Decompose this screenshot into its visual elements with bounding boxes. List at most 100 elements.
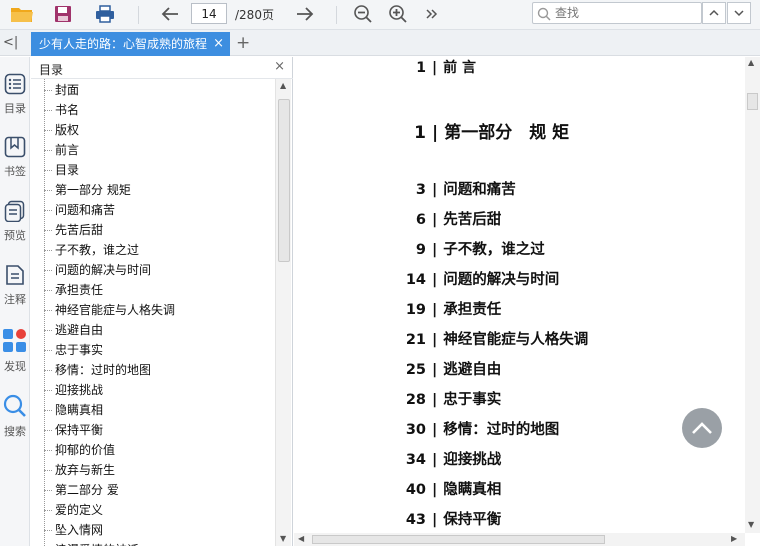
outline-scroll-thumb[interactable] bbox=[278, 99, 290, 262]
annotation-icon bbox=[6, 265, 24, 285]
toc-entry[interactable]: 43 | 保持平衡 bbox=[404, 508, 501, 529]
outline-item[interactable]: 问题的解决与时间 bbox=[44, 260, 151, 280]
search-prev-button[interactable] bbox=[702, 2, 726, 24]
forward-arrow-icon[interactable] bbox=[292, 2, 318, 26]
toc-title: 逃避自由 bbox=[443, 362, 502, 378]
toc-separator: | bbox=[432, 512, 438, 528]
toc-page-number: 43 bbox=[405, 512, 426, 528]
outline-item[interactable]: 承担责任 bbox=[44, 280, 103, 300]
document-view[interactable]: ▲ ▼ ◀ ▶ 1 | 前 言 1 | 第一部分 规 矩 3 | 问题和痛苦 6 | 先苦后甜 9 | 子不… bbox=[294, 57, 760, 546]
tab-close-icon[interactable]: × bbox=[213, 32, 224, 56]
save-icon[interactable] bbox=[50, 2, 76, 26]
toolbar-divider bbox=[138, 6, 139, 24]
rail-label: 搜索 bbox=[4, 425, 26, 438]
toc-title: 问题和痛苦 bbox=[443, 182, 516, 198]
outline-title: 目录 bbox=[39, 63, 64, 77]
outline-item[interactable]: 逃避自由 bbox=[44, 320, 103, 340]
toc-page-number: 9 bbox=[415, 242, 426, 258]
toc-entry[interactable]: 30 | 移情：过时的地图 bbox=[404, 418, 559, 439]
side-rail: 目录 书签 预览 注释 发现 搜索 bbox=[0, 57, 30, 546]
outline-scrollbar[interactable]: ▲ ▼ bbox=[275, 79, 291, 546]
add-tab-button[interactable]: + bbox=[236, 33, 250, 53]
back-to-top-button[interactable] bbox=[682, 408, 722, 448]
outline-item[interactable]: 先苦后甜 bbox=[44, 220, 103, 240]
rail-label: 注释 bbox=[4, 293, 26, 306]
search-icon bbox=[537, 6, 551, 25]
toc-entry[interactable]: 3 | 问题和痛苦 bbox=[404, 178, 516, 199]
tab-label: 少有人走的路：心智成熟的旅程 bbox=[39, 37, 208, 51]
toc-separator: | bbox=[432, 182, 438, 198]
toc-entry[interactable]: 21 | 神经官能症与人格失调 bbox=[404, 328, 588, 349]
search-next-button[interactable] bbox=[727, 2, 751, 24]
scroll-down-icon[interactable]: ▼ bbox=[280, 534, 286, 543]
toc-entry[interactable]: 28 | 忠于事实 bbox=[404, 388, 501, 409]
outline-item[interactable]: 书名 bbox=[44, 100, 79, 120]
toc-title: 承担责任 bbox=[443, 302, 502, 318]
back-arrow-icon[interactable] bbox=[157, 2, 183, 26]
rail-item-bookmarks[interactable]: 书签 bbox=[0, 136, 30, 179]
outline-item[interactable]: 浪漫爱情的神话 bbox=[44, 540, 139, 546]
outline-tree: 封面 书名 版权 前言 目录 第一部分 规矩 问题和痛苦 先苦后甜 子不教，谁之过 问题的解决与时… bbox=[31, 79, 275, 546]
zoom-in-icon[interactable] bbox=[385, 2, 411, 26]
page-number-input[interactable] bbox=[191, 3, 227, 24]
outline-close-icon[interactable]: × bbox=[274, 59, 285, 74]
search-input[interactable] bbox=[555, 5, 695, 21]
toc-entry[interactable]: 1 | 第一部分 规 矩 bbox=[404, 118, 569, 143]
toc-entry[interactable]: 19 | 承担责任 bbox=[404, 298, 501, 319]
outline-item[interactable]: 版权 bbox=[44, 120, 79, 140]
outline-item[interactable]: 坠入情网 bbox=[44, 520, 103, 540]
tab-document[interactable]: 少有人走的路：心智成熟的旅程 × bbox=[31, 32, 230, 56]
toc-entry[interactable]: 9 | 子不教，谁之过 bbox=[404, 238, 545, 259]
outline-item[interactable]: 问题和痛苦 bbox=[44, 200, 115, 220]
scroll-up-icon[interactable]: ▲ bbox=[280, 81, 286, 90]
toc-page-number: 40 bbox=[405, 482, 426, 498]
toc-entry[interactable]: 40 | 隐瞒真相 bbox=[404, 478, 501, 499]
scroll-up-icon[interactable]: ▲ bbox=[748, 58, 754, 67]
outline-item[interactable]: 神经官能症与人格失调 bbox=[44, 300, 175, 320]
rail-item-discover[interactable]: 发现 bbox=[0, 329, 30, 374]
outline-item[interactable]: 放弃与新生 bbox=[44, 460, 115, 480]
scroll-left-icon[interactable]: ◀ bbox=[298, 534, 304, 543]
open-folder-icon[interactable] bbox=[9, 2, 35, 26]
page-total-label: /280页 bbox=[235, 8, 274, 22]
outline-item[interactable]: 移情：过时的地图 bbox=[44, 360, 151, 380]
rail-item-contents[interactable]: 目录 bbox=[0, 73, 30, 116]
outline-item[interactable]: 第二部分 爱 bbox=[44, 480, 119, 500]
toc-entry[interactable]: 34 | 迎接挑战 bbox=[404, 448, 501, 469]
document-hscroll-thumb[interactable] bbox=[312, 535, 605, 544]
toc-separator: | bbox=[432, 272, 438, 288]
outline-item[interactable]: 隐瞒真相 bbox=[44, 400, 103, 420]
toc-separator: | bbox=[432, 392, 438, 408]
zoom-out-icon[interactable] bbox=[350, 2, 376, 26]
collapse-panel-button[interactable]: <| bbox=[3, 35, 18, 50]
toc-entry[interactable]: 14 | 问题的解决与时间 bbox=[404, 268, 559, 289]
chevron-down-icon bbox=[734, 10, 744, 17]
outline-item[interactable]: 忠于事实 bbox=[44, 340, 103, 360]
print-icon[interactable] bbox=[92, 2, 118, 26]
toc-title: 前 言 bbox=[443, 60, 476, 76]
outline-item[interactable]: 保持平衡 bbox=[44, 420, 103, 440]
outline-item[interactable]: 前言 bbox=[44, 140, 79, 160]
outline-item[interactable]: 目录 bbox=[44, 160, 79, 180]
toc-entry[interactable]: 25 | 逃避自由 bbox=[404, 358, 501, 379]
document-scrollbar[interactable]: ▲ ▼ bbox=[745, 57, 760, 533]
bookmark-icon bbox=[4, 136, 26, 158]
rail-item-annotations[interactable]: 注释 bbox=[0, 264, 30, 307]
toc-entry[interactable]: 1 | 前 言 bbox=[404, 57, 476, 77]
rail-item-preview[interactable]: 预览 bbox=[0, 200, 30, 243]
outline-item[interactable]: 封面 bbox=[44, 80, 79, 100]
more-icon[interactable] bbox=[419, 2, 445, 26]
rail-item-search[interactable]: 搜索 bbox=[0, 394, 30, 439]
outline-item[interactable]: 抑郁的价值 bbox=[44, 440, 115, 460]
scroll-right-icon[interactable]: ▶ bbox=[731, 534, 737, 543]
search-box[interactable] bbox=[532, 2, 702, 24]
toc-entry[interactable]: 6 | 先苦后甜 bbox=[404, 208, 501, 229]
outline-item[interactable]: 子不教，谁之过 bbox=[44, 240, 139, 260]
outline-item[interactable]: 爱的定义 bbox=[44, 500, 103, 520]
scroll-down-icon[interactable]: ▼ bbox=[748, 520, 754, 529]
outline-item[interactable]: 第一部分 规矩 bbox=[44, 180, 131, 200]
toc-title: 子不教，谁之过 bbox=[443, 242, 545, 258]
document-hscrollbar[interactable]: ◀ ▶ bbox=[294, 533, 745, 546]
document-scroll-thumb[interactable] bbox=[747, 93, 758, 110]
outline-item[interactable]: 迎接挑战 bbox=[44, 380, 103, 400]
